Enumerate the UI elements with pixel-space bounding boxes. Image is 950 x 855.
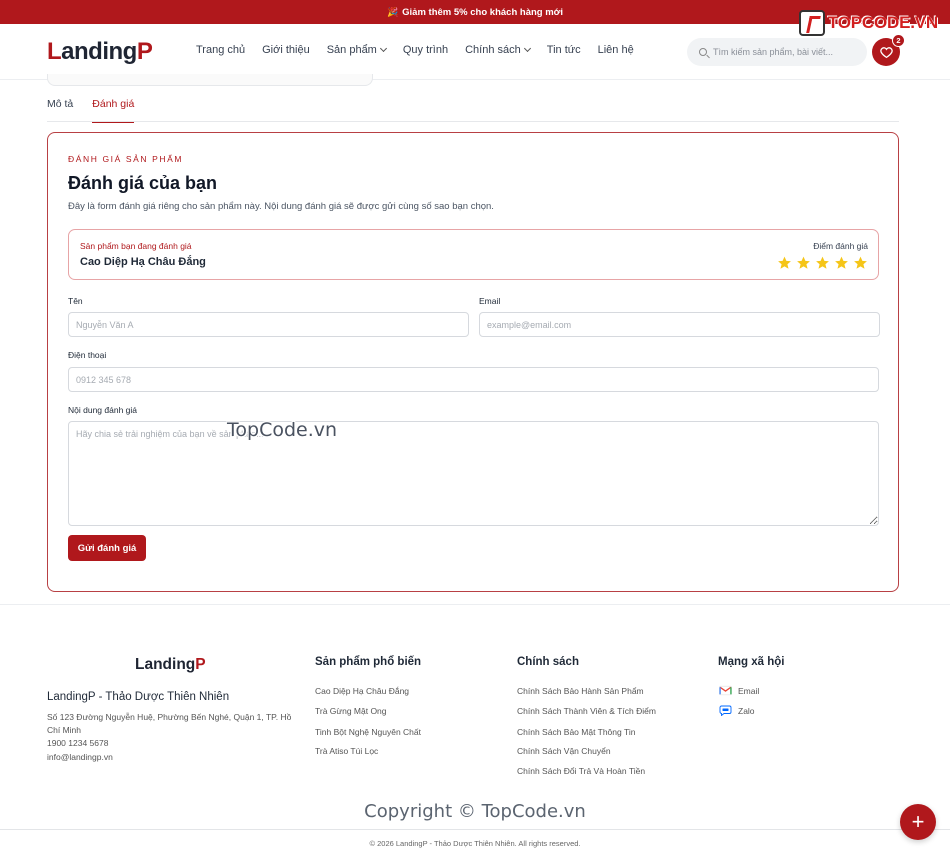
topcode-watermark-text: TOPCODE.VN [827,13,938,32]
social-zalo-link[interactable]: Zalo [719,705,755,716]
nav-item-policy[interactable]: Chính sách [465,44,531,56]
tab-description[interactable]: Mô tả [47,88,73,122]
chevron-down-icon [523,44,531,53]
email-input[interactable] [479,312,880,337]
party-popper-icon: 🎉 [386,6,399,17]
floating-action-button[interactable]: + [900,804,936,840]
main-nav: Trang chủ Giới thiệu Sản phẩm Quy trình … [196,44,651,56]
footer-products-title: Sản phẩm phổ biến [315,656,422,668]
name-input[interactable] [68,312,469,337]
nav-item-home[interactable]: Trang chủ [196,44,245,56]
email-label: Email [479,296,501,306]
reviewed-product-name: Cao Diệp Hạ Châu Đắng [80,256,206,268]
site-logo[interactable]: LandingP [47,38,153,66]
star-icon[interactable] [796,256,811,270]
footer-email[interactable]: info@landingp.vn [47,752,113,762]
nav-item-news[interactable]: Tin tức [547,44,581,56]
star-rating [773,256,868,270]
review-content-textarea[interactable] [68,421,879,526]
phone-label: Điện thoại [68,350,107,360]
name-label: Tên [68,296,83,306]
nav-item-contact[interactable]: Liên hệ [598,44,634,56]
nav-item-process[interactable]: Quy trình [403,44,448,56]
search-input[interactable] [713,47,853,57]
gmail-icon [719,685,732,696]
footer-social-title: Mạng xã hội [718,656,785,668]
footer-product-link[interactable]: Trà Atiso Túi Lọc [315,746,378,756]
product-tabs: Mô tả Đánh giá [47,88,899,123]
footer-policy-link[interactable]: Chính Sách Vận Chuyển [517,746,611,756]
chevron-down-icon [379,44,387,53]
topcode-logo-icon [798,10,825,36]
footer-bottom-divider [0,829,950,830]
rating-label: Điểm đánh giá [813,241,868,251]
submit-review-button[interactable]: Gửi đánh giá [68,535,146,561]
topcode-watermark-mid: TopCode.vn [227,419,338,441]
star-icon[interactable] [815,256,830,270]
topcode-copyright-watermark: Copyright © TopCode.vn [364,801,586,822]
review-description: Đây là form đánh giá riêng cho sản phẩm … [68,201,494,212]
footer-product-link[interactable]: Tinh Bột Nghệ Nguyên Chất [315,727,421,737]
footer-policy-link[interactable]: Chính Sách Đổi Trả Và Hoàn Tiền [517,766,645,776]
footer-brand-name: LandingP - Thảo Dược Thiên Nhiên [47,691,230,703]
reviewed-product-label: Sản phẩm bạn đang đánh giá [80,241,192,251]
footer-product-link[interactable]: Cao Diệp Hạ Châu Đắng [315,686,409,696]
star-icon[interactable] [834,256,849,270]
tab-reviews[interactable]: Đánh giá [92,88,135,123]
footer-policy-link[interactable]: Chính Sách Thành Viên & Tích Điểm [517,706,656,716]
plus-icon: + [911,809,925,834]
footer-policy-link[interactable]: Chính Sách Bảo Hành Sản Phẩm [517,686,644,696]
star-icon[interactable] [853,256,868,270]
footer-copyright: © 2026 LandingP - Thảo Dược Thiên Nhiên.… [369,839,581,848]
footer-policy-link[interactable]: Chính Sách Bảo Mật Thông Tin [517,727,635,737]
phone-input[interactable] [68,367,879,392]
topcode-watermark-logo: TOPCODE.VN [798,10,938,36]
footer-phone[interactable]: 1900 1234 5678 [47,738,108,748]
zalo-icon [719,705,732,716]
reviewed-product-box: Sản phẩm bạn đang đánh giá Cao Diệp Hạ C… [68,229,879,280]
heart-icon [879,46,893,58]
star-icon[interactable] [777,256,792,270]
social-email-link[interactable]: Email [719,685,759,696]
footer-divider [0,604,950,605]
footer-address: Số 123 Đường Nguyễn Huệ, Phường Bến Nghé… [47,712,292,735]
footer-logo[interactable]: LandingP [135,656,206,674]
nav-item-products[interactable]: Sản phẩm [327,44,387,56]
review-title: Đánh giá của bạn [68,173,218,193]
gallery-remnant [47,74,373,86]
search-box [687,38,867,66]
promo-text: Giảm thêm 5% cho khách hàng mới [402,6,564,18]
review-eyebrow: ĐÁNH GIÁ SẢN PHẨM [68,154,184,164]
nav-item-about[interactable]: Giới thiệu [262,44,310,56]
search-icon[interactable] [699,48,707,56]
footer-product-link[interactable]: Trà Gừng Mật Ong [315,706,387,716]
footer-policy-title: Chính sách [517,656,579,668]
review-content-label: Nội dung đánh giá [68,405,138,415]
review-form-card: ĐÁNH GIÁ SẢN PHẨM Đánh giá của bạn Đây l… [47,132,899,592]
